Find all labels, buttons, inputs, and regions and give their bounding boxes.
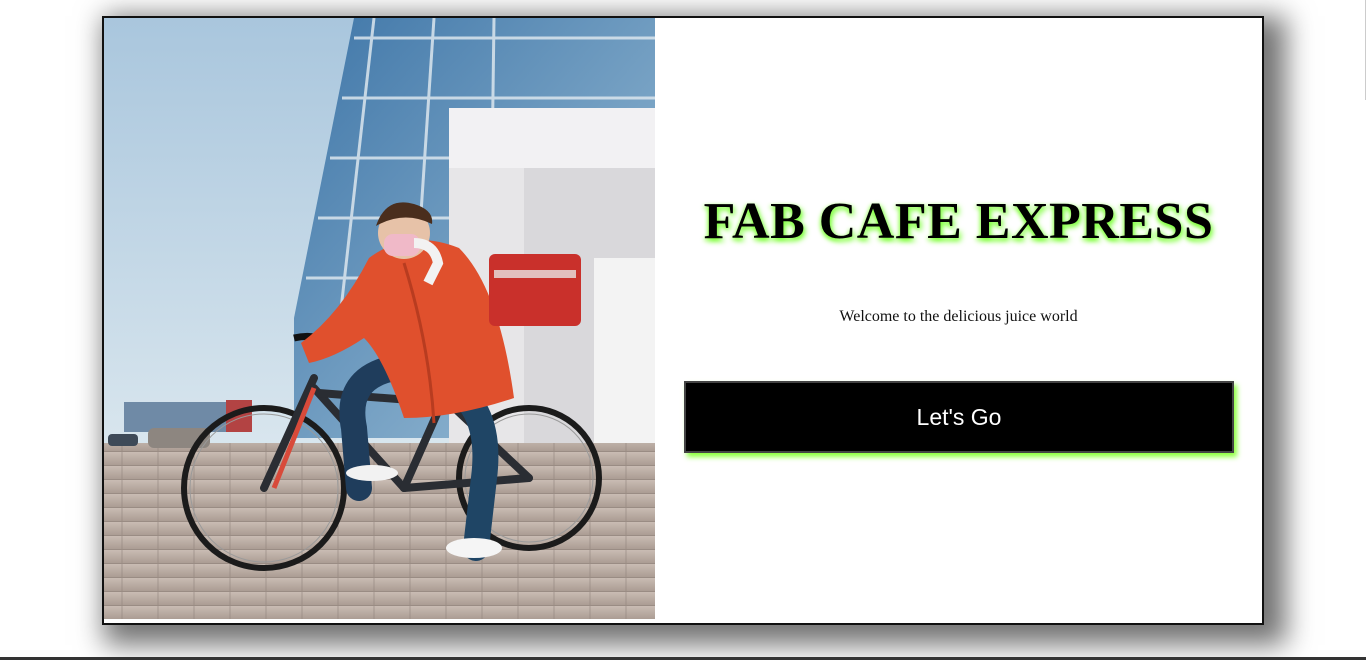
page-title: FAB CAFE EXPRESS <box>703 193 1214 250</box>
lets-go-button[interactable]: Let's Go <box>684 381 1234 453</box>
window-edge <box>1362 0 1366 100</box>
landing-page: FAB CAFE EXPRESS Welcome to the deliciou… <box>0 0 1366 660</box>
tagline-text: Welcome to the delicious juice world <box>839 308 1078 325</box>
welcome-panel: FAB CAFE EXPRESS Welcome to the deliciou… <box>655 18 1262 623</box>
hero-image <box>104 18 655 619</box>
welcome-card: FAB CAFE EXPRESS Welcome to the deliciou… <box>102 16 1264 625</box>
